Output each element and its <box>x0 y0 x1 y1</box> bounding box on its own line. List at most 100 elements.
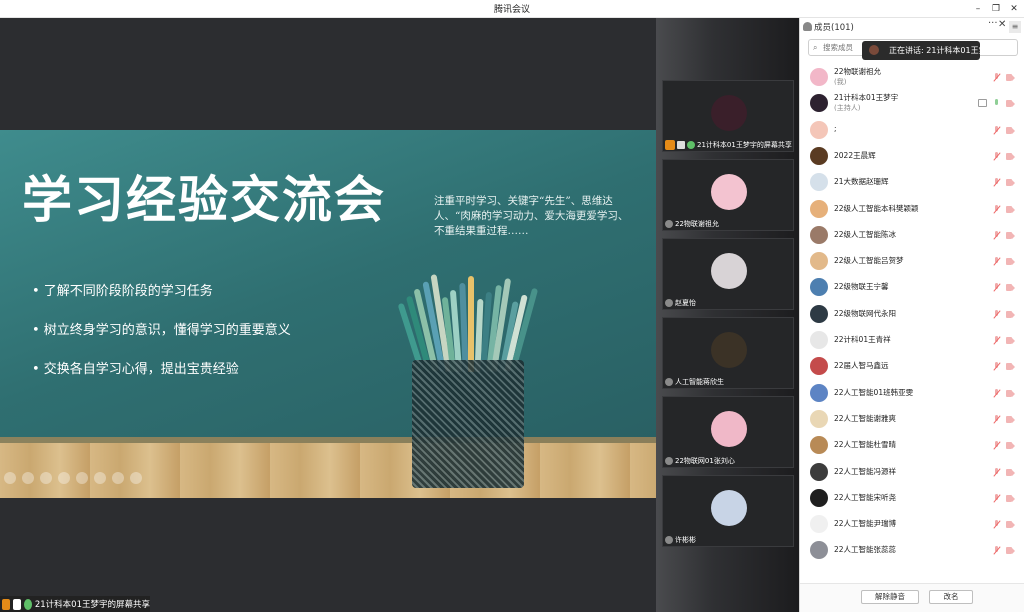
pen-tool-icon[interactable] <box>40 472 52 484</box>
camera-off-icon[interactable] <box>1006 310 1015 318</box>
member-row[interactable]: 22人工智能宋听尧 <box>808 486 1018 510</box>
member-row[interactable]: 22计科01王青祥 <box>808 328 1018 352</box>
slide-bullet: • 交换各自学习心得，提出宝贵经验 <box>32 362 239 377</box>
member-row[interactable]: 22级人工智能陈冰 <box>808 223 1018 247</box>
video-tile[interactable]: 赵夏怡 <box>662 238 794 310</box>
camera-off-icon[interactable] <box>1006 284 1015 292</box>
member-row[interactable]: ; <box>808 118 1018 142</box>
laser-tool-icon[interactable] <box>22 472 34 484</box>
member-row[interactable]: 22级物联王宁馨 <box>808 275 1018 299</box>
video-tile[interactable]: 22物联网01张刘心 <box>662 396 794 468</box>
camera-off-icon[interactable] <box>1006 205 1015 213</box>
mic-muted-icon[interactable] <box>993 257 1000 266</box>
camera-off-icon[interactable] <box>1006 547 1015 555</box>
member-row[interactable]: 22级人工智能吕贺梦 <box>808 249 1018 273</box>
mic-on-icon[interactable] <box>993 99 1000 108</box>
panel-menu-button[interactable]: ≡ <box>1009 21 1021 33</box>
member-name: 22人工智能尹瑞博 <box>834 519 897 529</box>
eraser-tool-icon[interactable] <box>112 472 124 484</box>
members-header: 成员(101) ··· ✕ ≡ <box>800 18 1024 36</box>
keyboard-tool-icon[interactable] <box>76 472 88 484</box>
avatar <box>810 357 828 376</box>
member-row[interactable]: 22人工智能尹瑞博 <box>808 512 1018 536</box>
camera-off-icon[interactable] <box>1006 152 1015 160</box>
more-options-button[interactable]: ··· <box>988 18 998 29</box>
mic-muted-icon[interactable] <box>993 546 1000 555</box>
member-row[interactable]: 22物联谢祖允 (我) <box>808 65 1018 89</box>
camera-off-icon[interactable] <box>1006 494 1015 502</box>
unmute-button[interactable]: 解除静音 <box>861 590 919 604</box>
member-row[interactable]: 22级人工智能本科樊颖颖 <box>808 197 1018 221</box>
rename-button[interactable]: 改名 <box>929 590 973 604</box>
camera-off-icon[interactable] <box>1006 258 1015 266</box>
restore-button[interactable]: ❐ <box>988 1 1004 17</box>
camera-off-icon[interactable] <box>1006 442 1015 450</box>
shared-screen-area[interactable]: 学习经验交流会 注重平时学习、关键字“先生”、思维达人、“肉麻的学习动力、爱大海… <box>0 18 656 612</box>
member-row[interactable]: 21大数据赵珊辉 <box>808 170 1018 194</box>
member-row[interactable]: 2022王晨辉 <box>808 144 1018 168</box>
camera-off-icon[interactable] <box>1006 231 1015 239</box>
members-icon <box>803 22 812 31</box>
mic-muted-icon[interactable] <box>993 362 1000 371</box>
screen-share-icon <box>677 141 685 149</box>
camera-off-icon[interactable] <box>1006 415 1015 423</box>
mic-icon <box>665 378 673 386</box>
camera-off-icon[interactable] <box>1006 521 1015 529</box>
minimize-button[interactable]: – <box>970 1 986 17</box>
mic-muted-icon[interactable] <box>993 336 1000 345</box>
video-gallery: 21计科本01王梦宇的屏幕共享 22物联谢祖允 赵夏怡 人工智能蒋欣生 22物联… <box>656 18 799 612</box>
avatar <box>810 436 828 455</box>
camera-off-icon[interactable] <box>1006 363 1015 371</box>
mic-muted-icon[interactable] <box>993 151 1000 161</box>
avatar <box>810 146 828 165</box>
mic-muted-icon[interactable] <box>993 467 1000 477</box>
close-panel-button[interactable]: ✕ <box>998 19 1006 30</box>
mic-muted-icon[interactable] <box>993 309 1000 319</box>
avatar <box>810 278 828 297</box>
comment-tool-icon[interactable] <box>94 472 106 484</box>
mic-muted-icon[interactable] <box>993 493 1000 503</box>
camera-off-icon[interactable] <box>1006 468 1015 476</box>
mic-muted-icon[interactable] <box>993 125 1000 135</box>
mic-muted-icon[interactable] <box>993 73 1000 82</box>
pointer-tool-icon[interactable] <box>4 472 16 484</box>
member-row[interactable]: 22人工智能谢雅爽 <box>808 407 1018 431</box>
video-tile[interactable]: 人工智能蒋欣生 <box>662 317 794 389</box>
mic-muted-icon[interactable] <box>993 230 1000 240</box>
share-status-label: 21计科本01王梦宇的屏幕共享 <box>34 600 150 610</box>
mic-muted-icon[interactable] <box>993 441 1000 450</box>
camera-off-icon[interactable] <box>1006 100 1015 108</box>
camera-off-icon[interactable] <box>1006 74 1015 81</box>
member-name: 22级人工智能吕贺梦 <box>834 256 904 266</box>
member-row[interactable]: 22人工智能01班韩亚雯 <box>808 381 1018 405</box>
mic-muted-icon[interactable] <box>993 178 1000 187</box>
camera-off-icon[interactable] <box>1006 179 1015 187</box>
host-badge-icon <box>665 140 675 150</box>
avatar <box>810 68 828 86</box>
video-tile[interactable]: 许彬彬 <box>662 475 794 547</box>
camera-off-icon[interactable] <box>1006 389 1015 397</box>
camera-off-icon[interactable] <box>1006 337 1015 344</box>
video-tile[interactable]: 22物联谢祖允 <box>662 159 794 231</box>
mic-muted-icon[interactable] <box>993 283 1000 292</box>
mic-muted-icon[interactable] <box>993 414 1000 424</box>
camera-off-icon[interactable] <box>1006 126 1015 134</box>
video-tile[interactable]: 21计科本01王梦宇的屏幕共享 <box>662 80 794 152</box>
avatar <box>711 411 747 447</box>
close-window-button[interactable]: ✕ <box>1006 1 1022 17</box>
mic-muted-icon[interactable] <box>993 204 1000 214</box>
member-row[interactable]: 22人工智能冯源祥 <box>808 460 1018 484</box>
member-row[interactable]: 21计科本01王梦宇 (主持人) <box>808 91 1018 115</box>
mic-muted-icon[interactable] <box>993 388 1000 398</box>
member-row[interactable]: 22届人智马鑫远 <box>808 354 1018 378</box>
member-row[interactable]: 22级物联网代永阳 <box>808 302 1018 326</box>
mic-muted-icon[interactable] <box>993 520 1000 529</box>
member-row[interactable]: 22人工智能张蕊蕊 <box>808 538 1018 562</box>
mic-icon <box>665 457 673 465</box>
avatar <box>810 515 828 534</box>
participant-name: 22物联网01张刘心 <box>675 457 735 465</box>
member-row[interactable]: 22人工智能杜雪晴 <box>808 433 1018 457</box>
prev-tool-icon[interactable] <box>130 472 142 484</box>
avatar <box>810 541 828 560</box>
select-tool-icon[interactable] <box>58 472 70 484</box>
